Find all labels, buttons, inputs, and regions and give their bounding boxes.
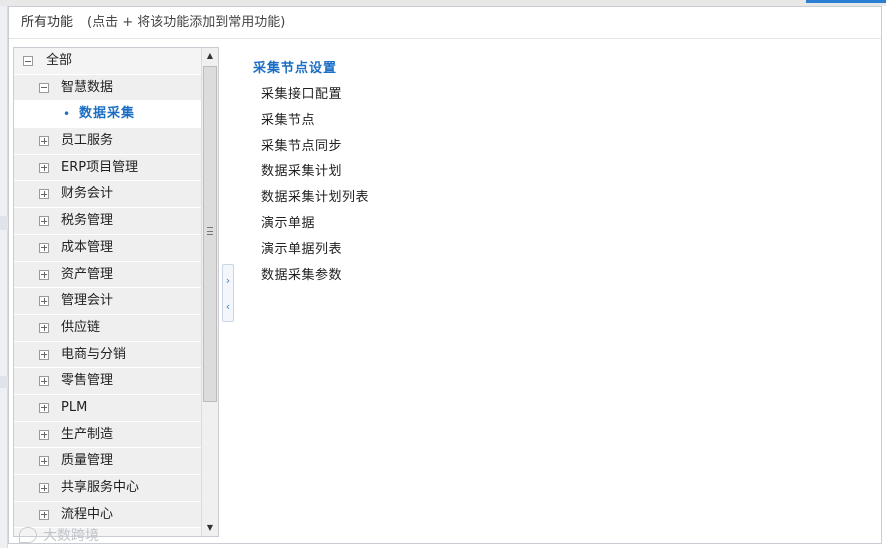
tree-group-label: 电商与分销 bbox=[61, 346, 127, 362]
tree-group[interactable]: 质量管理 bbox=[14, 448, 202, 475]
tree-group-label: 质量管理 bbox=[61, 453, 114, 469]
watermark-logo-icon bbox=[19, 527, 37, 543]
tree-group[interactable]: 供应链 bbox=[14, 314, 202, 342]
accent-bar bbox=[806, 0, 886, 3]
dialog-header: 所有功能 (点击 + 将该功能添加到常用功能) bbox=[9, 7, 881, 39]
tree-item-active[interactable]: • 数据采集 bbox=[14, 101, 202, 129]
panel-collapse-handle[interactable]: › ‹ bbox=[222, 264, 234, 322]
tree-group[interactable]: 税务管理 bbox=[14, 208, 202, 235]
tree-group[interactable]: 员工服务 bbox=[14, 128, 202, 155]
function-tree-panel: 全部 智慧数据 • 数据采集 员工服务 ERP项目管理 财务会计税务管理成本管理资产… bbox=[13, 47, 219, 537]
expand-toggle-icon[interactable] bbox=[39, 242, 49, 253]
expand-toggle-icon[interactable] bbox=[39, 456, 49, 467]
tree-group[interactable]: 资产管理 bbox=[14, 261, 202, 289]
tree-group[interactable]: ERP项目管理 bbox=[14, 154, 202, 182]
expand-toggle-icon[interactable] bbox=[39, 376, 49, 387]
expand-toggle-icon[interactable] bbox=[39, 483, 49, 493]
expand-right-icon[interactable]: › bbox=[223, 270, 233, 292]
tree-root[interactable]: 全部 bbox=[14, 48, 202, 75]
dialog-title: 所有功能 bbox=[21, 15, 74, 30]
expand-toggle-icon[interactable] bbox=[39, 402, 49, 413]
tree-group-label: 生产制造 bbox=[61, 426, 114, 442]
tree-group[interactable]: 管理会计 bbox=[14, 288, 202, 315]
bullet-icon: • bbox=[63, 107, 71, 122]
all-functions-dialog: 所有功能 (点击 + 将该功能添加到常用功能) 全部 智慧数据 • 数据采集 员工… bbox=[8, 6, 882, 544]
tree-group-label: 税务管理 bbox=[61, 213, 114, 229]
expand-toggle-icon[interactable] bbox=[39, 429, 49, 440]
function-item[interactable]: 演示单据 bbox=[261, 212, 315, 231]
expand-toggle-icon[interactable] bbox=[39, 349, 49, 360]
function-item[interactable]: 数据采集计划 bbox=[261, 160, 342, 179]
function-item[interactable]: 演示单据列表 bbox=[261, 238, 342, 257]
expand-toggle-icon[interactable] bbox=[39, 136, 49, 147]
expand-toggle-icon[interactable] bbox=[39, 162, 49, 173]
function-list: 采集节点设置 采集接口配置 采集节点采集节点同步 数据采集计划数据采集计划列表 演示单… bbox=[249, 51, 869, 531]
tree-group[interactable]: 成本管理 bbox=[14, 234, 202, 262]
expand-toggle-icon[interactable] bbox=[39, 216, 49, 227]
tree-group-label: PLM bbox=[61, 399, 88, 415]
tree-root-label: 全部 bbox=[46, 53, 73, 68]
tree-group-label: 资产管理 bbox=[61, 266, 114, 282]
tree-group-label: 流程中心 bbox=[61, 506, 114, 522]
dialog-hint: (点击 + 将该功能添加到常用功能) bbox=[87, 15, 286, 30]
tree-group[interactable]: PLM bbox=[14, 394, 202, 422]
tree-group-expanded[interactable]: 智慧数据 bbox=[14, 74, 202, 102]
tree-group[interactable]: 零售管理 bbox=[14, 368, 202, 395]
tree-group-label: 智慧数据 bbox=[61, 79, 114, 95]
tree-group[interactable]: 生产制造 bbox=[14, 421, 202, 449]
tree-group-label: 财务会计 bbox=[61, 186, 114, 202]
function-group-title: 采集节点设置 bbox=[253, 61, 338, 76]
tree-group-label: 供应链 bbox=[61, 319, 101, 335]
watermark-text: 大数跨境 bbox=[43, 528, 99, 544]
expand-toggle-icon[interactable] bbox=[39, 509, 49, 520]
collapse-toggle-icon[interactable] bbox=[23, 56, 33, 66]
collapse-toggle-icon[interactable] bbox=[39, 82, 49, 93]
tree-group[interactable]: 共享服务中心 bbox=[14, 475, 202, 502]
watermark: 大数跨境 bbox=[19, 525, 99, 545]
tree-group[interactable]: 电商与分销 bbox=[14, 341, 202, 369]
tree-group-label: 员工服务 bbox=[61, 133, 114, 149]
tree-group-label: ERP项目管理 bbox=[61, 159, 139, 175]
tree-group-label: 管理会计 bbox=[61, 293, 114, 309]
tree-group-label: 成本管理 bbox=[61, 239, 114, 255]
expand-toggle-icon[interactable] bbox=[39, 296, 49, 307]
scroll-down-icon[interactable]: ▼ bbox=[202, 520, 218, 536]
collapse-left-icon[interactable]: ‹ bbox=[223, 296, 233, 318]
tree-group[interactable]: 财务会计 bbox=[14, 181, 202, 209]
function-item[interactable]: 采集节点同步 bbox=[261, 135, 342, 154]
function-item[interactable]: 数据采集计划列表 bbox=[261, 186, 369, 205]
scroll-up-icon[interactable]: ▲ bbox=[202, 48, 218, 64]
tree-scrollbar[interactable]: ▲ ▼ bbox=[201, 48, 218, 536]
tree-group-label: 共享服务中心 bbox=[61, 480, 140, 495]
function-item[interactable]: 采集节点 bbox=[261, 109, 315, 128]
function-tree: 全部 智慧数据 • 数据采集 员工服务 ERP项目管理 财务会计税务管理成本管理资产… bbox=[14, 48, 202, 529]
grip-icon bbox=[207, 227, 213, 235]
function-item[interactable]: 采集接口配置 bbox=[261, 83, 342, 102]
expand-toggle-icon[interactable] bbox=[39, 269, 49, 280]
scroll-thumb[interactable] bbox=[203, 66, 217, 402]
function-item[interactable]: 数据采集参数 bbox=[261, 264, 342, 283]
expand-toggle-icon[interactable] bbox=[39, 189, 49, 200]
expand-toggle-icon[interactable] bbox=[39, 322, 49, 333]
background-sidebar-edge bbox=[0, 6, 8, 548]
tree-item-label: 数据采集 bbox=[79, 106, 136, 122]
tree-group-label: 零售管理 bbox=[61, 373, 114, 389]
